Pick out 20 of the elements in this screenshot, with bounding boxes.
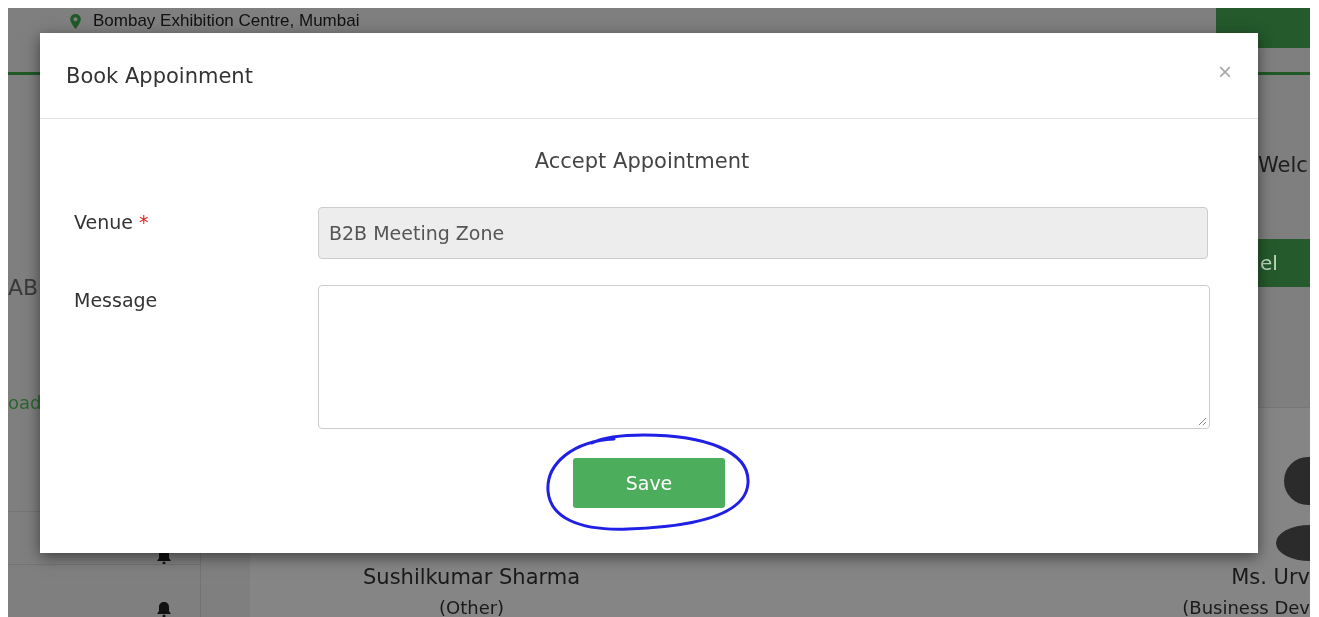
modal-title: Book Appoinment — [66, 63, 253, 88]
field-label: Venue * — [74, 210, 150, 235]
location-text: Bombay Exhibition Centre, Mumbai — [93, 11, 360, 31]
resize-handle-icon — [1197, 416, 1207, 426]
sidebar-heading: AB — [8, 275, 39, 300]
form-heading: Accept Appointment — [534, 149, 750, 173]
sidebar-link[interactable]: oad — [8, 392, 42, 413]
required-mark: * — [139, 211, 149, 233]
profile-role: (Other) — [439, 597, 505, 617]
profile-name: Sushilkumar Sharma — [363, 565, 581, 589]
save-button[interactable]: Save — [573, 458, 725, 508]
close-button[interactable]: × — [1218, 57, 1232, 86]
bell-icon — [156, 601, 172, 617]
profile-name: Ms. Urv — [1231, 565, 1310, 589]
location-pin-icon — [70, 13, 81, 29]
message-field[interactable] — [318, 285, 1210, 429]
field-label: Message — [74, 288, 159, 313]
welcome-text: Welc — [1258, 153, 1309, 177]
profile-role: (Business Dev — [1182, 597, 1310, 617]
venue-field: B2B Meeting Zone — [318, 207, 1208, 259]
